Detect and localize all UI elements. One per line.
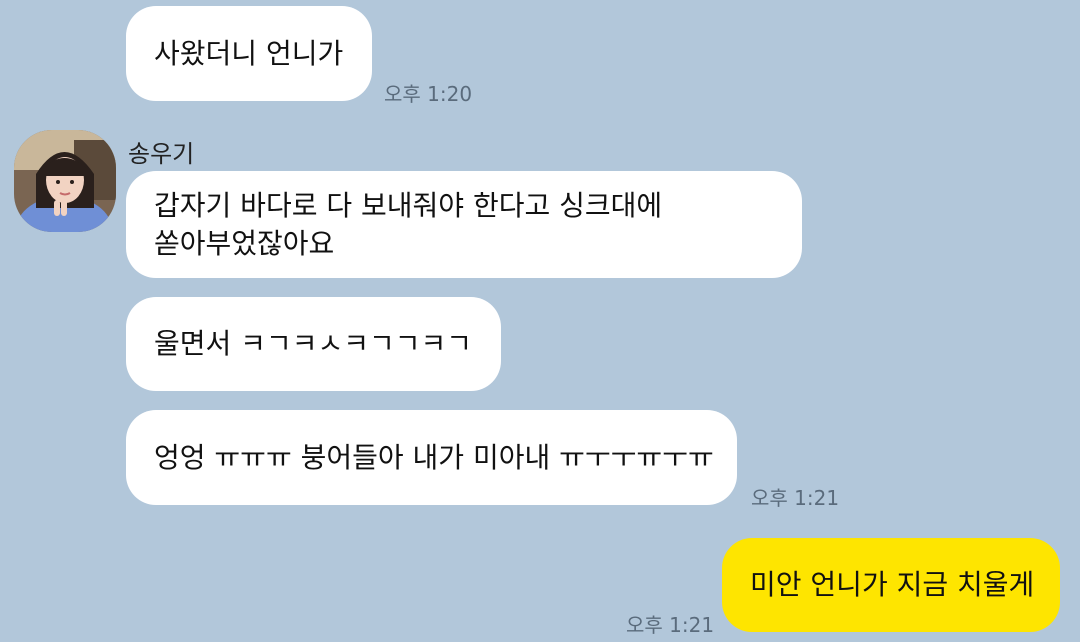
message-text: 미안 언니가 지금 치울게 [750, 568, 1035, 601]
sender-avatar[interactable] [14, 130, 116, 232]
message-bubble[interactable]: 울면서 ㅋㄱㅋㅅㅋㄱㄱㅋㄱ [126, 297, 501, 391]
message-text: 사왔더니 언니가 [154, 36, 344, 70]
message-text: 울면서 ㅋㄱㅋㅅㅋㄱㄱㅋㄱ [154, 327, 473, 360]
message-text: 엉엉 ㅠㅠㅠ 붕어들아 내가 미아내 ㅠㅜㅜㅠㅜㅠ [154, 440, 714, 474]
message-bubble[interactable]: 엉엉 ㅠㅠㅠ 붕어들아 내가 미아내 ㅠㅜㅜㅠㅜㅠ [126, 410, 737, 505]
message-time: 오후 1:21 [626, 613, 715, 637]
message-time: 오후 1:20 [384, 82, 473, 106]
message-bubble[interactable]: 사왔더니 언니가 [126, 6, 372, 101]
message-time: 오후 1:21 [751, 486, 840, 510]
sender-name: 송우기 [128, 140, 195, 168]
profile-photo [14, 130, 116, 232]
message-bubble[interactable]: 갑자기 바다로 다 보내줘야 한다고 싱크대에 쏟아부었잖아요 [126, 171, 802, 278]
message-text-line-2: 쏟아부었잖아요 [154, 227, 335, 260]
message-text-line-1: 갑자기 바다로 다 보내줘야 한다고 싱크대에 [154, 189, 663, 222]
my-message-bubble[interactable]: 미안 언니가 지금 치울게 [722, 538, 1060, 632]
chat-room: 사왔더니 언니가 오후 1:20 송우기 갑자기 바다로 다 보내줘야 한다고 … [0, 0, 1080, 642]
